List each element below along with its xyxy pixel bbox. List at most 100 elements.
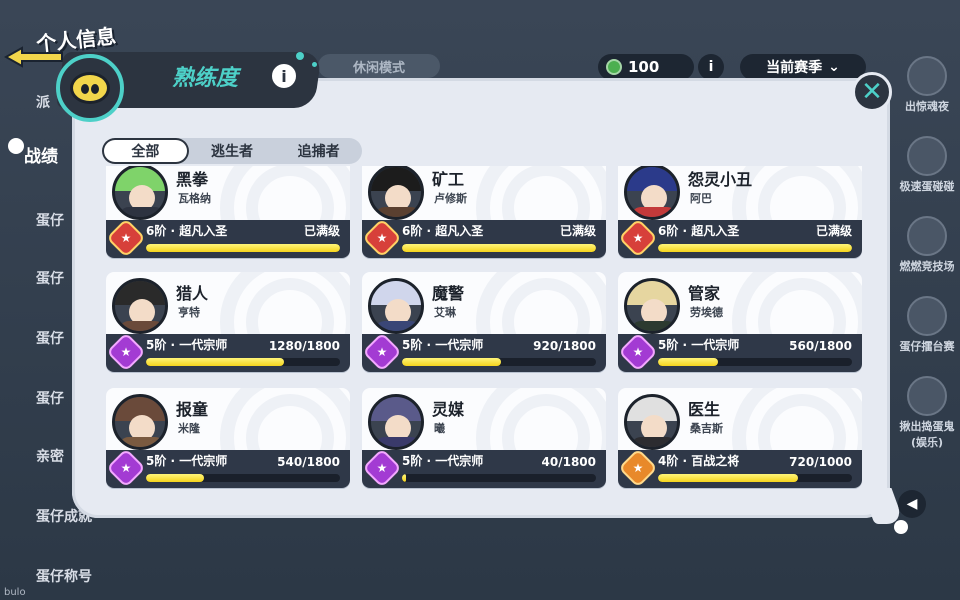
character-name: 矿工 <box>432 170 465 189</box>
season-dropdown[interactable]: 当前赛季 ⌄ <box>740 54 866 80</box>
rank-bar-area: ★ 6阶 · 超凡入圣 已满级 <box>618 220 862 258</box>
left-menu-item[interactable]: 蛋仔称号 <box>36 566 92 586</box>
bumper-icon <box>907 136 947 176</box>
progress-fill <box>146 474 205 482</box>
character-name: 管家 <box>688 284 721 303</box>
character-card[interactable]: 矿工 卢修斯 ★ 6阶 · 超凡入圣 已满级 <box>362 166 606 258</box>
rank-badge-icon: ★ <box>112 338 140 366</box>
character-card[interactable]: 报童 米隆 ★ 5阶 · 一代宗师 540/1800 <box>106 388 350 488</box>
tab-hunters[interactable]: 追捕者 <box>275 138 362 164</box>
character-card[interactable]: 怨灵小丑 阿巴 ★ 6阶 · 超凡入圣 已满级 <box>618 166 862 258</box>
left-menu-item-active[interactable]: 战绩 <box>24 142 58 167</box>
coin-icon <box>606 59 622 75</box>
left-menu-item[interactable]: 蛋仔 <box>36 388 64 408</box>
character-card[interactable]: 猎人 亨特 ★ 5阶 · 一代宗师 1280/1800 <box>106 272 350 372</box>
character-card[interactable]: 管家 劳埃德 ★ 5阶 · 一代宗师 560/1800 <box>618 272 862 372</box>
character-subname: 劳埃德 <box>690 306 723 319</box>
progress-label: 已满级 <box>303 224 340 238</box>
rank-bar-area: ★ 5阶 · 一代宗师 540/1800 <box>106 450 350 488</box>
character-card[interactable]: 医生 桑吉斯 ★ 4阶 · 百战之将 720/1000 <box>618 388 862 488</box>
rank-bar-area: ★ 4阶 · 百战之将 720/1000 <box>618 450 862 488</box>
right-mode-item[interactable]: 燃燃竞技场 <box>894 216 960 274</box>
character-name: 魔警 <box>432 284 465 303</box>
left-menu-item[interactable]: 蛋仔 <box>36 268 64 288</box>
character-avatar <box>624 394 680 450</box>
character-subname: 桑吉斯 <box>690 422 723 435</box>
left-menu-item[interactable]: 亲密 <box>36 446 64 466</box>
tab-survivors[interactable]: 逃生者 <box>189 138 276 164</box>
character-name: 怨灵小丑 <box>688 170 753 189</box>
character-grid: 黑拳 瓦格纳 ★ 6阶 · 超凡入圣 已满级 矿工 卢修斯 ★ 6阶 · 超凡入圣 已满级 怨灵小丑… <box>100 166 870 492</box>
tab-all[interactable]: 全部 <box>102 138 189 164</box>
right-mode-list: 出惊魂夜 极速蛋碰碰 燃燃竞技场 蛋仔擂台赛 揪出捣蛋鬼(娱乐) <box>890 50 960 600</box>
rank-bar-area: ★ 5阶 · 一代宗师 560/1800 <box>618 334 862 372</box>
right-mode-label: 蛋仔擂台赛 <box>899 340 955 353</box>
rank-bar-area: ★ 6阶 · 超凡入圣 已满级 <box>106 220 350 258</box>
character-card[interactable]: 魔警 艾琳 ★ 5阶 · 一代宗师 920/1800 <box>362 272 606 372</box>
progress-bar <box>402 358 596 366</box>
character-avatar <box>368 394 424 450</box>
right-mode-item[interactable]: 出惊魂夜 <box>894 56 960 114</box>
season-label: 当前赛季 <box>766 60 823 76</box>
progress-label: 540/1800 <box>277 455 340 469</box>
rank-bar-area: ★ 5阶 · 一代宗师 40/1800 <box>362 450 606 488</box>
left-menu-item[interactable]: 蛋仔 <box>36 328 64 348</box>
menu-indicator-dot <box>8 138 24 154</box>
right-mode-item[interactable]: 极速蛋碰碰 <box>894 136 960 194</box>
mascot-icon <box>56 54 124 122</box>
progress-label: 920/1800 <box>533 339 596 353</box>
info-icon[interactable]: i <box>698 54 724 80</box>
footer-text: bulo <box>4 587 26 598</box>
character-name: 灵媒 <box>432 400 465 419</box>
character-subname: 瓦格纳 <box>178 192 211 205</box>
character-avatar <box>368 278 424 334</box>
rank-label: 5阶 · 一代宗师 <box>402 454 484 468</box>
character-subname: 艾琳 <box>434 306 456 319</box>
progress-bar <box>658 244 852 252</box>
close-button[interactable]: ✕ <box>852 72 892 112</box>
rank-label: 5阶 · 一代宗师 <box>146 338 228 352</box>
character-name: 医生 <box>688 400 721 419</box>
decoration-dot <box>312 62 317 67</box>
progress-bar <box>402 244 596 252</box>
info-icon[interactable]: i <box>270 62 298 90</box>
right-mode-item[interactable]: 揪出捣蛋鬼(娱乐) <box>894 376 960 450</box>
progress-label: 已满级 <box>815 224 852 238</box>
ring-icon <box>907 296 947 336</box>
arrow-left-icon[interactable]: ◀ <box>898 490 926 518</box>
rank-label: 6阶 · 超凡入圣 <box>146 224 228 238</box>
rank-label: 5阶 · 一代宗师 <box>658 338 740 352</box>
filter-tabs: 全部 逃生者 追捕者 <box>102 138 362 164</box>
progress-label: 40/1800 <box>541 455 596 469</box>
progress-fill <box>658 358 719 366</box>
rank-badge-icon: ★ <box>368 224 396 252</box>
character-avatar <box>368 166 424 220</box>
progress-bar <box>146 244 340 252</box>
character-avatar <box>112 394 168 450</box>
progress-fill <box>146 358 284 366</box>
progress-bar <box>146 474 340 482</box>
progress-label: 560/1800 <box>789 339 852 353</box>
chevron-down-icon: ⌄ <box>828 59 840 75</box>
progress-fill <box>402 244 596 252</box>
right-mode-label: 出惊魂夜 <box>905 100 949 113</box>
rank-badge-icon: ★ <box>368 338 396 366</box>
left-menu-item[interactable]: 蛋仔 <box>36 210 64 230</box>
modal-tail-dot <box>894 520 908 534</box>
character-card[interactable]: 灵媒曦 ★ 5阶 · 一代宗师 40/1800 <box>362 388 606 488</box>
right-mode-item[interactable]: 蛋仔擂台赛 <box>894 296 960 354</box>
rank-bar-area: ★ 5阶 · 一代宗师 1280/1800 <box>106 334 350 372</box>
character-subname: 阿巴 <box>690 192 712 205</box>
left-menu-item[interactable]: 派 <box>36 92 50 112</box>
character-avatar <box>624 166 680 220</box>
character-card[interactable]: 黑拳 瓦格纳 ★ 6阶 · 超凡入圣 已满级 <box>106 166 350 258</box>
progress-fill <box>402 474 407 482</box>
right-mode-label: 极速蛋碰碰 <box>899 180 955 193</box>
rank-label: 4阶 · 百战之将 <box>658 454 740 468</box>
progress-label: 720/1000 <box>789 455 852 469</box>
mode-tab[interactable]: 休闲模式 <box>318 54 440 78</box>
progress-fill <box>402 358 502 366</box>
character-avatar <box>112 278 168 334</box>
rank-label: 6阶 · 超凡入圣 <box>658 224 740 238</box>
decoration-dot <box>296 52 304 60</box>
